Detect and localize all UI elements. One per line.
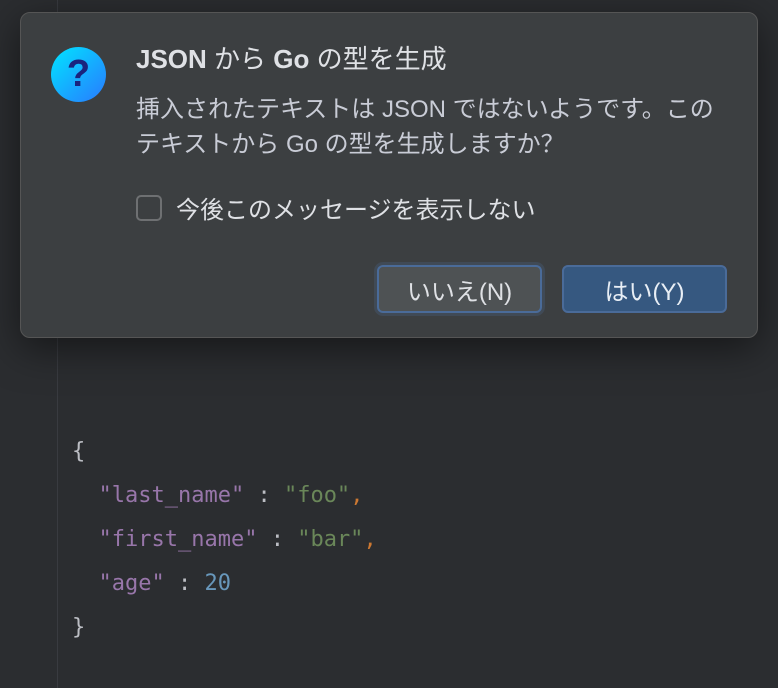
dialog-button-row: いいえ(N) はい(Y) xyxy=(51,265,727,313)
dont-show-again-label: 今後このメッセージを表示しない xyxy=(176,190,536,225)
confirmation-dialog: ? JSON から Go の型を生成 挿入されたテキストは JSON ではないよ… xyxy=(20,12,758,338)
code-line: { xyxy=(72,430,778,474)
code-line: "first_name" : "bar", xyxy=(72,518,778,562)
code-line: "age" : 20 xyxy=(72,562,778,606)
dont-show-again-checkbox[interactable] xyxy=(136,195,162,221)
code-line: } xyxy=(72,606,778,650)
close-brace: } xyxy=(72,615,85,640)
no-button[interactable]: いいえ(N) xyxy=(377,265,542,313)
dialog-title: JSON から Go の型を生成 xyxy=(136,43,727,77)
yes-button[interactable]: はい(Y) xyxy=(562,265,727,313)
question-icon: ? xyxy=(51,47,106,102)
dont-show-again-row[interactable]: 今後このメッセージを表示しない xyxy=(136,190,727,225)
code-line: "last_name" : "foo", xyxy=(72,474,778,518)
dialog-message: 挿入されたテキストは JSON ではないようです。このテキストから Go の型を… xyxy=(136,93,727,163)
open-brace: { xyxy=(72,439,85,464)
